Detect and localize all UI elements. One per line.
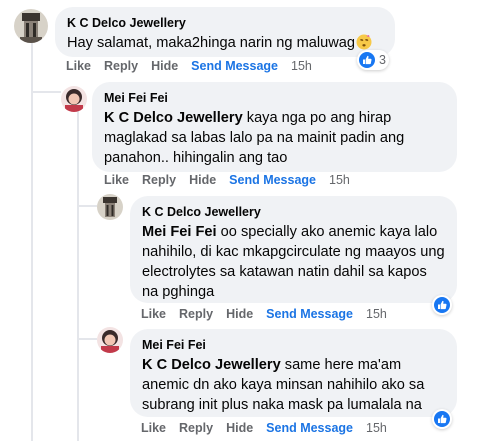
send-message-button[interactable]: Send Message: [229, 173, 316, 187]
thumbs-up-icon: [434, 411, 450, 427]
reply-button[interactable]: Reply: [179, 421, 213, 435]
reaction-count[interactable]: 3: [357, 50, 389, 70]
timestamp[interactable]: 15h: [329, 173, 350, 187]
timestamp[interactable]: 15h: [366, 421, 387, 435]
thread-line: [77, 110, 79, 441]
timestamp[interactable]: 15h: [366, 307, 387, 321]
mention-link[interactable]: K C Delco Jewellery: [104, 110, 243, 126]
thread-line: [31, 38, 33, 441]
comment-text: K C Delco Jewellery same here ma'am anem…: [142, 357, 425, 413]
comment-actions: Like Reply Hide Send Message 15h: [66, 59, 325, 73]
send-message-button[interactable]: Send Message: [191, 59, 278, 73]
hide-button[interactable]: Hide: [226, 307, 253, 321]
like-button[interactable]: Like: [141, 307, 166, 321]
avatar[interactable]: [14, 9, 48, 43]
thread-line: [77, 205, 97, 207]
reaction-badge[interactable]: [432, 409, 452, 429]
avatar[interactable]: [97, 194, 123, 220]
avatar[interactable]: [97, 327, 123, 353]
like-button[interactable]: Like: [66, 59, 91, 73]
timestamp[interactable]: 15h: [291, 59, 312, 73]
avatar[interactable]: [61, 86, 87, 112]
reaction-number: 3: [379, 53, 386, 67]
like-button[interactable]: Like: [141, 421, 166, 435]
comment-bubble: K C Delco Jewellery Hay salamat, maka2hi…: [55, 7, 395, 57]
comment-actions: Like Reply Hide Send Message 15h: [141, 421, 400, 435]
send-message-button[interactable]: Send Message: [266, 421, 353, 435]
thumbs-up-icon: [434, 297, 450, 313]
comment-actions: Like Reply Hide Send Message 15h: [141, 307, 400, 321]
face-with-spiral-eyes-icon: [356, 34, 372, 50]
mention-link[interactable]: K C Delco Jewellery: [142, 357, 281, 373]
like-button[interactable]: Like: [104, 173, 129, 187]
reply-button[interactable]: Reply: [179, 307, 213, 321]
comment-author[interactable]: Mei Fei Fei: [104, 90, 445, 106]
reply-button[interactable]: Reply: [104, 59, 138, 73]
comment-text: Mei Fei Fei oo specially ako anemic kaya…: [142, 224, 445, 300]
thread-line: [77, 338, 97, 340]
hide-button[interactable]: Hide: [189, 173, 216, 187]
comment-author[interactable]: K C Delco Jewellery: [142, 204, 445, 220]
thumbs-up-icon: [359, 52, 375, 68]
comment-bubble: K C Delco Jewellery Mei Fei Fei oo speci…: [130, 196, 457, 303]
hide-button[interactable]: Hide: [226, 421, 253, 435]
comment-actions: Like Reply Hide Send Message 15h: [104, 173, 363, 187]
comment-bubble: Mei Fei Fei K C Delco Jewellery kaya nga…: [92, 82, 457, 172]
comment-text: Hay salamat, maka2hinga narin ng maluwag: [67, 33, 383, 53]
comment-author[interactable]: Mei Fei Fei: [142, 337, 445, 353]
comment-author[interactable]: K C Delco Jewellery: [67, 15, 383, 31]
mention-link[interactable]: Mei Fei Fei: [142, 224, 217, 240]
comment-bubble: Mei Fei Fei K C Delco Jewellery same her…: [130, 329, 457, 417]
thread-line: [31, 91, 61, 93]
hide-button[interactable]: Hide: [151, 59, 178, 73]
reaction-badge[interactable]: [432, 295, 452, 315]
comment-text: K C Delco Jewellery kaya nga po ang hira…: [104, 110, 405, 166]
send-message-button[interactable]: Send Message: [266, 307, 353, 321]
reply-button[interactable]: Reply: [142, 173, 176, 187]
